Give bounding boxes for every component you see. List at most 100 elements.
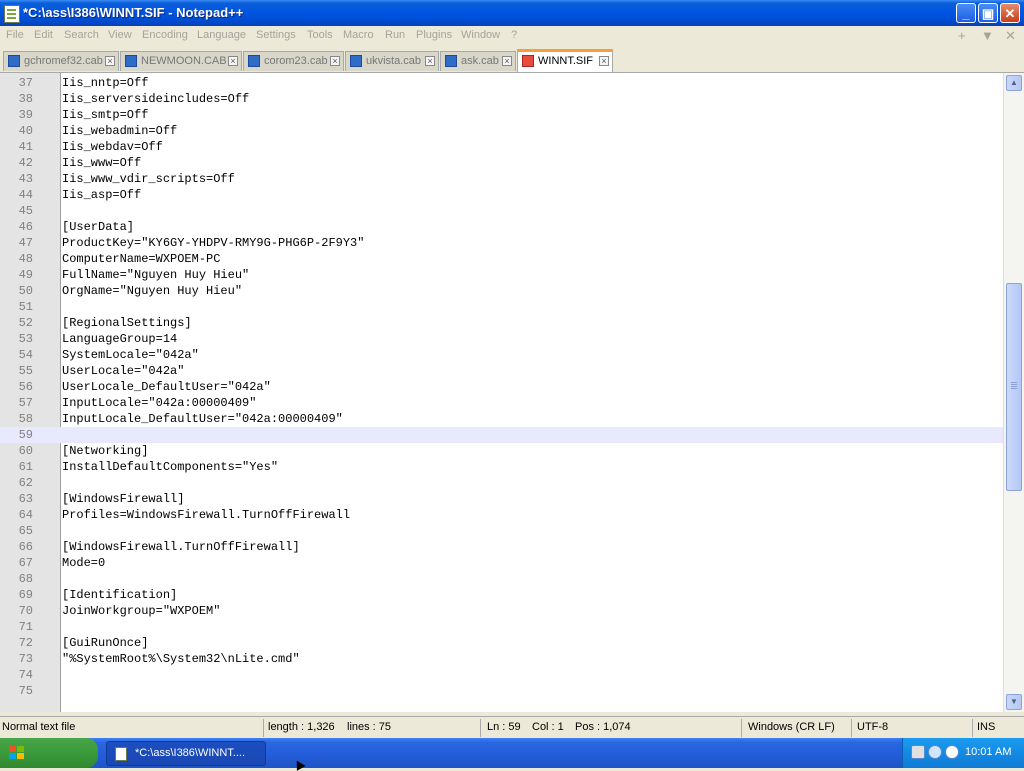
tab-close-icon[interactable]: × (425, 56, 435, 66)
editor-line[interactable]: 63 [WindowsFirewall] (0, 491, 1003, 507)
menu-tools[interactable]: Tools (307, 29, 333, 41)
close-doc-icon[interactable]: ✕ (1005, 28, 1016, 44)
editor-line[interactable]: 59 (0, 427, 1003, 443)
editor-line[interactable]: 38 Iis_serversideincludes=Off (0, 91, 1003, 107)
editor-line[interactable]: 43 Iis_www_vdir_scripts=Off (0, 171, 1003, 187)
line-text: Iis_www_vdir_scripts=Off (62, 172, 235, 186)
tab-winnt-sif[interactable]: WINNT.SIF × (517, 49, 613, 72)
editor-line[interactable]: 69 [Identification] (0, 587, 1003, 603)
line-number: 52 (18, 316, 33, 330)
editor-line[interactable]: 74 (0, 667, 1003, 683)
line-number: 67 (18, 556, 33, 570)
editor-line[interactable]: 48 ComputerName=WXPOEM-PC (0, 251, 1003, 267)
line-number: 63 (18, 492, 33, 506)
taskbar-notepadpp-window[interactable]: *C:\ass\I386\WINNT.... (106, 741, 266, 766)
minimize-button[interactable]: _ (956, 3, 976, 23)
new-tab-icon[interactable]: + (958, 28, 966, 43)
tab-close-icon[interactable]: × (228, 56, 238, 66)
editor-line[interactable]: 47 ProductKey="KY6GY-YHDPV-RMY9G-PHG6P-2F… (0, 235, 1003, 251)
editor-line[interactable]: 73 "%SystemRoot%\System32\nLite.cmd" (0, 651, 1003, 667)
keyboard-icon[interactable] (911, 745, 925, 759)
line-number: 60 (18, 444, 33, 458)
menu-help[interactable]: ? (511, 29, 517, 41)
status-eol-format: Windows (CR LF) (748, 721, 835, 733)
editor-line[interactable]: 62 (0, 475, 1003, 491)
editor-line[interactable]: 50 OrgName="Nguyen Huy Hieu" (0, 283, 1003, 299)
menu-plugins[interactable]: Plugins (416, 29, 452, 41)
editor-line[interactable]: 61 InstallDefaultComponents="Yes" (0, 459, 1003, 475)
menu-settings[interactable]: Settings (256, 29, 296, 41)
status-bar: Normal text file length : 1,326 lines : … (0, 716, 1024, 739)
scroll-up-button[interactable]: ▲ (1006, 75, 1022, 91)
editor-line[interactable]: 54 SystemLocale="042a" (0, 347, 1003, 363)
tab-close-icon[interactable]: × (502, 56, 512, 66)
editor-line[interactable]: 44 Iis_asp=Off (0, 187, 1003, 203)
tab-ukvista[interactable]: ukvista.cab × (345, 51, 439, 71)
tab-gchromef32[interactable]: gchromef32.cab × (3, 51, 119, 71)
editor-line[interactable]: 57 InputLocale="042a:00000409" (0, 395, 1003, 411)
editor-line[interactable]: 67 Mode=0 (0, 555, 1003, 571)
editor-line[interactable]: 66 [WindowsFirewall.TurnOffFirewall] (0, 539, 1003, 555)
line-number: 65 (18, 524, 33, 538)
tab-ask[interactable]: ask.cab × (440, 51, 516, 71)
menu-run[interactable]: Run (385, 29, 405, 41)
notepadpp-app-icon[interactable] (4, 5, 20, 23)
start-button[interactable] (0, 738, 98, 768)
text-editor[interactable]: 37 Iis_nntp=Off 38 Iis_serversideincludes=O… (0, 73, 1003, 712)
scrollbar-thumb[interactable] (1006, 283, 1022, 491)
editor-line[interactable]: 37 Iis_nntp=Off (0, 75, 1003, 91)
close-button[interactable]: ✕ (1000, 3, 1020, 23)
editor-line[interactable]: 72 [GuiRunOnce] (0, 635, 1003, 651)
line-text: Mode=0 (62, 556, 106, 570)
tab-newmoon[interactable]: NEWMOON.CAB × (120, 51, 242, 71)
line-text: Iis_www=Off (62, 156, 142, 170)
editor-line[interactable]: 68 (0, 571, 1003, 587)
menu-language[interactable]: Language (197, 29, 246, 41)
editor-line[interactable]: 40 Iis_webadmin=Off (0, 123, 1003, 139)
tab-list-icon[interactable]: ▼ (981, 28, 994, 43)
tab-close-icon[interactable]: × (599, 56, 609, 66)
editor-line[interactable]: 60 [Networking] (0, 443, 1003, 459)
line-number: 61 (18, 460, 33, 474)
line-text: OrgName="Nguyen Huy Hieu" (62, 284, 243, 298)
editor-line[interactable]: 41 Iis_webdav=Off (0, 139, 1003, 155)
editor-line[interactable]: 64 Profiles=WindowsFirewall.TurnOffFirewa… (0, 507, 1003, 523)
editor-line[interactable]: 45 (0, 203, 1003, 219)
editor-line[interactable]: 58 InputLocale_DefaultUser="042a:00000409… (0, 411, 1003, 427)
scroll-down-button[interactable]: ▼ (1006, 694, 1022, 710)
maximize-button[interactable]: ▣ (978, 3, 998, 23)
editor-line[interactable]: 75 (0, 683, 1003, 699)
back-arrow-icon[interactable] (928, 745, 942, 759)
editor-line[interactable]: 42 Iis_www=Off (0, 155, 1003, 171)
menu-file[interactable]: File (6, 29, 24, 41)
vertical-scrollbar[interactable]: ▲ ▼ (1003, 73, 1024, 712)
menu-macro[interactable]: Macro (343, 29, 374, 41)
editor-line[interactable]: 52 [RegionalSettings] (0, 315, 1003, 331)
editor-line[interactable]: 53 LanguageGroup=14 (0, 331, 1003, 347)
line-number: 62 (18, 476, 33, 490)
editor-line[interactable]: 49 FullName="Nguyen Huy Hieu" (0, 267, 1003, 283)
editor-line[interactable]: 70 JoinWorkgroup="WXPOEM" (0, 603, 1003, 619)
editor-line[interactable]: 56 UserLocale_DefaultUser="042a" (0, 379, 1003, 395)
menu-edit[interactable]: Edit (34, 29, 53, 41)
line-number: 41 (18, 140, 33, 154)
menu-window[interactable]: Window (461, 29, 500, 41)
editor-line[interactable]: 51 (0, 299, 1003, 315)
editor-line[interactable]: 55 UserLocale="042a" (0, 363, 1003, 379)
tab-close-icon[interactable]: × (105, 56, 115, 66)
menu-search[interactable]: Search (64, 29, 99, 41)
editor-line[interactable]: 71 (0, 619, 1003, 635)
editor-line[interactable]: 46 [UserData] (0, 219, 1003, 235)
menu-encoding[interactable]: Encoding (142, 29, 188, 41)
editor-line[interactable]: 65 (0, 523, 1003, 539)
tab-close-icon[interactable]: × (330, 56, 340, 66)
line-text: InputLocale="042a:00000409" (62, 396, 257, 410)
status-file-type: Normal text file (2, 721, 76, 733)
editor-line[interactable]: 39 Iis_smtp=Off (0, 107, 1003, 123)
tab-label: corom23.cab (264, 55, 328, 67)
speaker-icon[interactable] (945, 745, 959, 759)
tab-corom23[interactable]: corom23.cab × (243, 51, 344, 71)
line-number: 38 (18, 92, 33, 106)
menu-view[interactable]: View (108, 29, 132, 41)
line-number: 40 (18, 124, 33, 138)
